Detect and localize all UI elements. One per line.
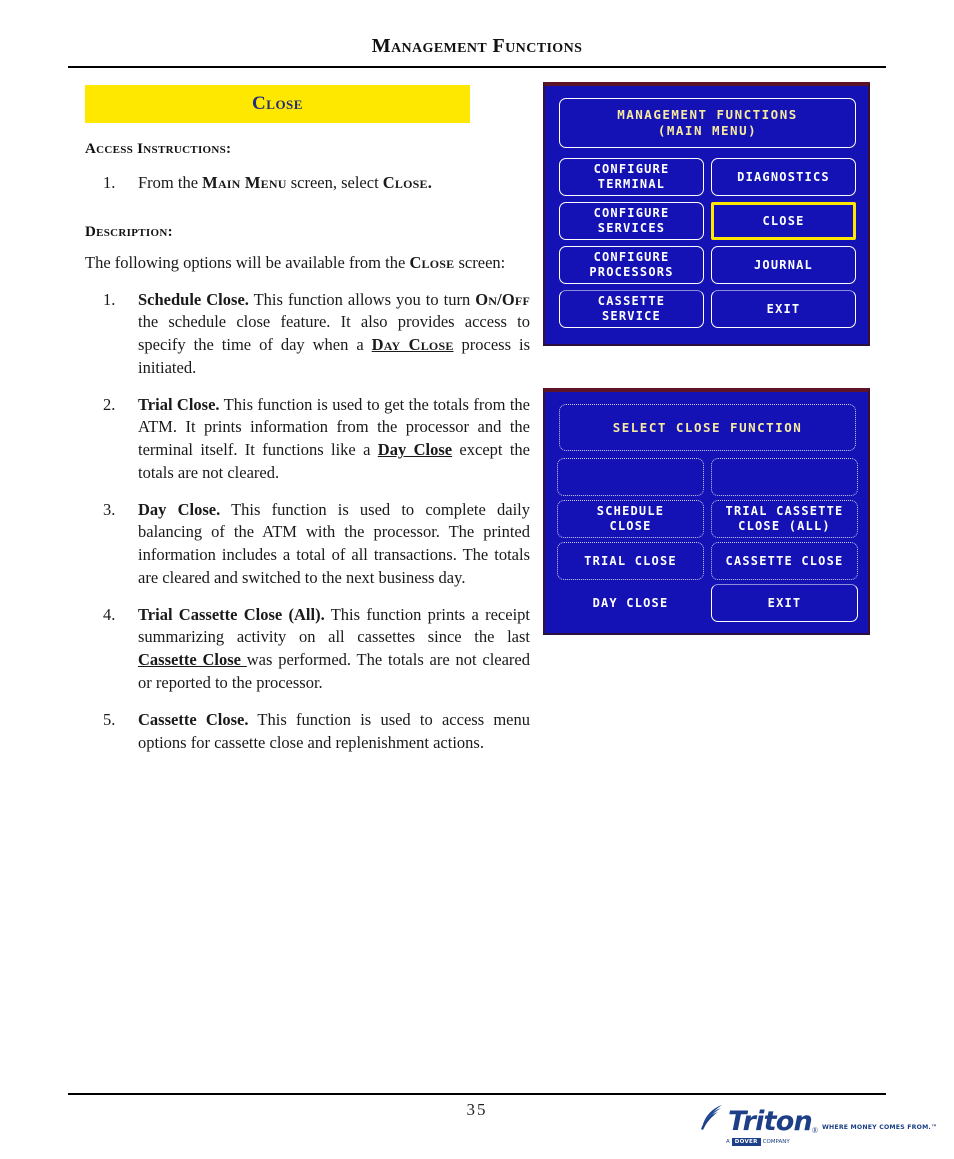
text-run: Cassette Close. bbox=[138, 709, 249, 729]
triton-logo-wordmark: Triton bbox=[728, 1106, 813, 1138]
section-banner: Close bbox=[85, 85, 470, 123]
atm-button-close[interactable]: CLOSE bbox=[711, 202, 856, 240]
atm-button-label: DIAGNOSTICS bbox=[737, 169, 830, 184]
atm-button-label: CONFIGURE bbox=[593, 206, 670, 220]
access-instructions-list: 1. From the Main Menu screen, select Clos… bbox=[85, 172, 530, 195]
description-heading: Description: bbox=[85, 223, 173, 240]
list-item-number: 5. bbox=[103, 709, 116, 729]
text-run: From the bbox=[138, 173, 203, 192]
list-item: 2. Trial Close. This function is used to … bbox=[85, 394, 530, 485]
text-run: This function allows you to turn bbox=[248, 289, 476, 309]
header-divider bbox=[68, 66, 886, 68]
text-run: Day Close. bbox=[138, 499, 221, 519]
list-item-text: Schedule Close. This function allows you… bbox=[138, 290, 530, 377]
list-item-text: Trial Cassette Close (All). This functio… bbox=[138, 605, 530, 692]
atm-button-label: TRIAL CASSETTE bbox=[725, 504, 844, 518]
atm-button-label: EXIT bbox=[767, 595, 802, 610]
atm-button-label: CONFIGURE bbox=[593, 250, 670, 264]
section-banner-label: Close bbox=[252, 93, 303, 114]
text-run: screen: bbox=[454, 252, 506, 272]
list-item-number: 1. bbox=[103, 289, 116, 309]
content-column: Close Access Instructions: 1. From the Ma… bbox=[85, 85, 530, 754]
text-run: Schedule Close. bbox=[138, 289, 249, 309]
list-item-number: 4. bbox=[103, 604, 116, 624]
atm-button-label: SERVICE bbox=[602, 309, 661, 323]
atm-screen-select-close-function: SELECT CLOSE FUNCTION SCHEDULE CLOSE TRIAL … bbox=[543, 388, 870, 635]
atm-button-label: CASSETTE bbox=[597, 294, 666, 308]
text-run: Cassette Close bbox=[138, 650, 247, 670]
dover-prefix: A bbox=[726, 1139, 730, 1145]
atm-button-label: CLOSE bbox=[609, 519, 652, 533]
atm-button-label: TRIAL CLOSE bbox=[584, 553, 677, 568]
triton-logo-registered-icon: ® bbox=[811, 1126, 818, 1135]
atm-button-exit[interactable]: EXIT bbox=[711, 584, 858, 622]
atm-button-trial-close[interactable]: TRIAL CLOSE bbox=[557, 542, 704, 580]
dover-badge: DOVER bbox=[731, 1138, 761, 1146]
atm-button-journal[interactable]: JOURNAL bbox=[711, 246, 856, 284]
text-run: Trial Close. bbox=[138, 394, 220, 414]
list-item-number: 3. bbox=[103, 499, 116, 519]
page-title: Management Functions bbox=[371, 35, 583, 57]
description-intro: The following options will be available … bbox=[85, 252, 530, 275]
list-item-number: 2. bbox=[103, 394, 116, 414]
list-item-text: Day Close. This function is used to comp… bbox=[138, 500, 530, 587]
dover-suffix: COMPANY bbox=[762, 1139, 790, 1145]
atm-button-configure-processors[interactable]: CONFIGURE PROCESSORS bbox=[559, 246, 704, 284]
text-run: Main Menu bbox=[202, 173, 287, 192]
list-item-text: Trial Close. This function is used to ge… bbox=[138, 395, 530, 482]
list-item-text: Cassette Close. This function is used to… bbox=[138, 710, 530, 752]
list-item: 5. Cassette Close. This function is used … bbox=[85, 709, 530, 755]
atm-button-label: TERMINAL bbox=[597, 177, 666, 191]
atm-button-label: SCHEDULE bbox=[596, 504, 665, 518]
list-item: 3. Day Close. This function is used to co… bbox=[85, 499, 530, 590]
atm-button-blank-left[interactable] bbox=[557, 458, 704, 496]
atm-title-line: MANAGEMENT FUNCTIONS bbox=[617, 107, 798, 123]
triton-logo-tagline: WHERE MONEY COMES FROM.™ bbox=[821, 1124, 938, 1131]
atm-button-cassette-close[interactable]: CASSETTE CLOSE bbox=[711, 542, 858, 580]
footer-divider bbox=[68, 1093, 886, 1095]
list-item-number: 1. bbox=[103, 173, 116, 192]
atm-button-label: CASSETTE CLOSE bbox=[725, 553, 844, 568]
atm-screen-title: SELECT CLOSE FUNCTION bbox=[559, 404, 856, 451]
list-item: 4. Trial Cassette Close (All). This funct… bbox=[85, 604, 530, 695]
atm-title-line: SELECT CLOSE FUNCTION bbox=[612, 419, 803, 435]
description-list: 1. Schedule Close. This function allows y… bbox=[85, 289, 530, 755]
atm-button-label: SERVICES bbox=[597, 221, 666, 235]
atm-button-diagnostics[interactable]: DIAGNOSTICS bbox=[711, 158, 856, 196]
text-run: Close bbox=[409, 252, 455, 272]
text-run: screen, select bbox=[286, 173, 383, 192]
atm-button-label: CONFIGURE bbox=[593, 162, 670, 176]
page-header: Management Functions bbox=[68, 36, 886, 56]
atm-title-line: (MAIN MENU) bbox=[657, 123, 758, 138]
atm-button-label: CLOSE bbox=[762, 213, 805, 228]
access-instructions-heading: Access Instructions: bbox=[85, 141, 232, 157]
text-run: The following options will be available … bbox=[85, 252, 410, 272]
atm-button-exit[interactable]: EXIT bbox=[711, 290, 856, 328]
atm-button-configure-terminal[interactable]: CONFIGURE TERMINAL bbox=[559, 158, 704, 196]
text-run: Day Close bbox=[371, 335, 454, 355]
atm-button-schedule-close[interactable]: SCHEDULE CLOSE bbox=[557, 500, 704, 538]
atm-button-blank-right[interactable] bbox=[711, 458, 858, 496]
atm-button-label: DAY CLOSE bbox=[592, 595, 669, 610]
text-run: On/Off bbox=[475, 289, 530, 309]
atm-button-trial-cassette-close-all[interactable]: TRIAL CASSETTE CLOSE (ALL) bbox=[711, 500, 858, 538]
atm-button-label: PROCESSORS bbox=[589, 265, 674, 279]
list-item-text: From the Main Menu screen, select Close. bbox=[138, 173, 432, 192]
text-run: Close. bbox=[382, 173, 433, 192]
atm-button-day-close[interactable]: DAY CLOSE bbox=[557, 584, 704, 622]
atm-button-label: EXIT bbox=[766, 301, 801, 316]
atm-button-label: CLOSE (ALL) bbox=[738, 519, 831, 533]
atm-button-configure-services[interactable]: CONFIGURE SERVICES bbox=[559, 202, 704, 240]
atm-screen-main-menu: MANAGEMENT FUNCTIONS (MAIN MENU) CONFIGURE… bbox=[543, 82, 870, 346]
atm-screen-title: MANAGEMENT FUNCTIONS (MAIN MENU) bbox=[559, 98, 856, 148]
list-item: 1. Schedule Close. This function allows y… bbox=[85, 289, 530, 380]
text-run: Trial Cassette Close (All). bbox=[138, 604, 325, 624]
atm-button-label: JOURNAL bbox=[754, 257, 813, 272]
list-item: 1. From the Main Menu screen, select Clos… bbox=[85, 172, 530, 195]
triton-logo-mark-icon bbox=[700, 1104, 724, 1135]
atm-button-cassette-service[interactable]: CASSETTE SERVICE bbox=[559, 290, 704, 328]
triton-logo: Triton ® WHERE MONEY COMES FROM.™ A DOVE… bbox=[700, 1104, 937, 1148]
text-run: Day Close bbox=[377, 440, 453, 460]
